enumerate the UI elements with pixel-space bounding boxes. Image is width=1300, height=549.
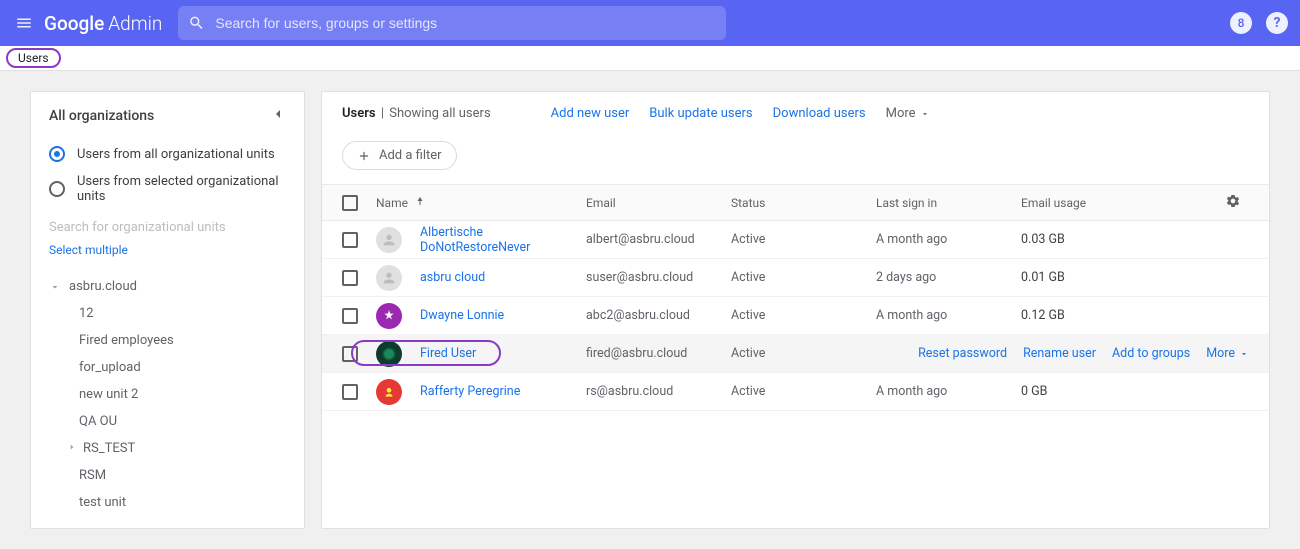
radio-icon <box>49 146 65 162</box>
user-email: abc2@asbru.cloud <box>586 308 731 323</box>
row-checkbox[interactable] <box>342 308 358 324</box>
avatar <box>376 265 402 291</box>
avatar <box>376 379 402 405</box>
org-child[interactable]: RSM <box>31 462 304 489</box>
user-usage: 0.01 GB <box>1021 270 1141 285</box>
more-menu[interactable]: More <box>886 106 930 121</box>
user-status: Active <box>731 308 876 323</box>
radio-all-units[interactable]: Users from all organizational units <box>31 140 304 168</box>
chevron-right-icon <box>67 441 77 456</box>
user-email: rs@asbru.cloud <box>586 384 731 399</box>
avatar <box>376 341 402 367</box>
user-name-link[interactable]: Albertische DoNotRestoreNever <box>420 225 586 255</box>
logo-main: Google <box>44 12 104 35</box>
org-tree: asbru.cloud 12Fired employeesfor_uploadn… <box>31 269 304 528</box>
help-icon[interactable]: ? <box>1266 12 1288 34</box>
user-name-link[interactable]: Dwayne Lonnie <box>420 308 504 323</box>
table-row[interactable]: Dwayne Lonnie abc2@asbru.cloudActiveA mon… <box>322 297 1269 335</box>
org-child[interactable]: for_upload <box>31 354 304 381</box>
table-header: Name Email Status Last sign in Email usa… <box>322 185 1269 221</box>
org-root-label: asbru.cloud <box>69 279 137 294</box>
top-bar: Google Admin 8 ? <box>0 0 1300 46</box>
user-status: Active <box>731 346 876 361</box>
row-checkbox[interactable] <box>342 346 358 362</box>
col-email[interactable]: Email <box>586 196 731 210</box>
org-child[interactable]: test unit <box>31 489 304 516</box>
page-title: Users <box>342 106 376 121</box>
user-usage: 0.03 GB <box>1021 232 1141 247</box>
row-checkbox[interactable] <box>342 384 358 400</box>
user-name-link[interactable]: asbru cloud <box>420 270 485 285</box>
radio-all-label: Users from all organizational units <box>77 147 275 162</box>
org-search-input[interactable]: Search for organizational units <box>31 210 304 239</box>
select-multiple-link[interactable]: Select multiple <box>31 239 304 269</box>
side-title: All organizations <box>49 108 154 124</box>
user-signin: A month ago <box>876 384 1021 399</box>
search-icon <box>188 14 205 32</box>
bulk-update-link[interactable]: Bulk update users <box>649 106 752 121</box>
gear-icon[interactable] <box>1225 193 1249 212</box>
row-more-menu[interactable]: More <box>1206 346 1249 361</box>
row-action-link[interactable]: Reset password <box>918 346 1007 361</box>
org-child[interactable]: QA OU <box>31 408 304 435</box>
logo: Google Admin <box>44 12 162 35</box>
org-child[interactable]: 12 <box>31 300 304 327</box>
user-email: suser@asbru.cloud <box>586 270 731 285</box>
users-table: Name Email Status Last sign in Email usa… <box>322 185 1269 411</box>
user-email: albert@asbru.cloud <box>586 232 731 247</box>
col-status[interactable]: Status <box>731 196 876 210</box>
org-child[interactable]: Fired employees <box>31 327 304 354</box>
breadcrumb-current[interactable]: Users <box>6 48 61 68</box>
search-input[interactable] <box>215 15 716 31</box>
user-usage: 0 GB <box>1021 384 1141 399</box>
select-all-checkbox[interactable] <box>342 195 358 211</box>
search-bar[interactable] <box>178 6 726 40</box>
user-usage: 0.12 GB <box>1021 308 1141 323</box>
table-row[interactable]: Albertische DoNotRestoreNeveralbert@asbr… <box>322 221 1269 259</box>
org-side-panel: All organizations Users from all organiz… <box>30 91 305 529</box>
table-row[interactable]: Fired User fired@asbru.cloudActive Reset p… <box>322 335 1269 373</box>
row-action-link[interactable]: Add to groups <box>1112 346 1190 361</box>
avatar <box>376 303 402 329</box>
user-signin: A month ago <box>876 308 1021 323</box>
users-main-panel: Users | Showing all users Add new user B… <box>321 91 1270 529</box>
add-filter-button[interactable]: Add a filter <box>342 141 457 170</box>
col-usage[interactable]: Email usage <box>1021 196 1141 210</box>
col-signin[interactable]: Last sign in <box>876 196 1021 210</box>
col-name[interactable]: Name <box>376 196 408 210</box>
account-avatar[interactable]: 8 <box>1230 12 1252 34</box>
breadcrumb: Users <box>0 46 1300 71</box>
radio-selected-label: Users from selected organizational units <box>77 174 286 204</box>
table-row[interactable]: Rafferty Peregrine rs@asbru.cloudActiveA … <box>322 373 1269 411</box>
user-status: Active <box>731 270 876 285</box>
row-action-link[interactable]: Rename user <box>1023 346 1096 361</box>
user-status: Active <box>731 384 876 399</box>
user-name-link[interactable]: Rafferty Peregrine <box>420 384 520 399</box>
radio-icon <box>49 181 65 197</box>
menu-icon[interactable] <box>12 11 36 35</box>
table-row[interactable]: asbru cloud suser@asbru.cloudActive2 days… <box>322 259 1269 297</box>
add-filter-label: Add a filter <box>379 148 442 163</box>
row-actions: Reset password Rename user Add to groups Mo… <box>918 346 1249 361</box>
main-header: Users | Showing all users Add new user B… <box>322 92 1269 135</box>
user-signin: A month ago <box>876 232 1021 247</box>
row-checkbox[interactable] <box>342 270 358 286</box>
user-status: Active <box>731 232 876 247</box>
org-child[interactable]: new unit 2 <box>31 381 304 408</box>
user-email: fired@asbru.cloud <box>586 346 731 361</box>
download-users-link[interactable]: Download users <box>773 106 866 121</box>
logo-sub: Admin <box>108 12 162 35</box>
user-signin: 2 days ago <box>876 270 1021 285</box>
org-child[interactable]: RS_TEST <box>31 435 304 462</box>
user-name-link[interactable]: Fired User <box>420 346 476 361</box>
avatar <box>376 227 402 253</box>
add-new-user-link[interactable]: Add new user <box>551 106 630 121</box>
org-root[interactable]: asbru.cloud <box>31 273 304 300</box>
sort-asc-icon <box>414 195 426 210</box>
row-checkbox[interactable] <box>342 232 358 248</box>
radio-selected-units[interactable]: Users from selected organizational units <box>31 168 304 210</box>
content-area: All organizations Users from all organiz… <box>0 71 1300 549</box>
collapse-icon[interactable] <box>270 106 286 126</box>
page-subtitle: Showing all users <box>389 106 490 121</box>
